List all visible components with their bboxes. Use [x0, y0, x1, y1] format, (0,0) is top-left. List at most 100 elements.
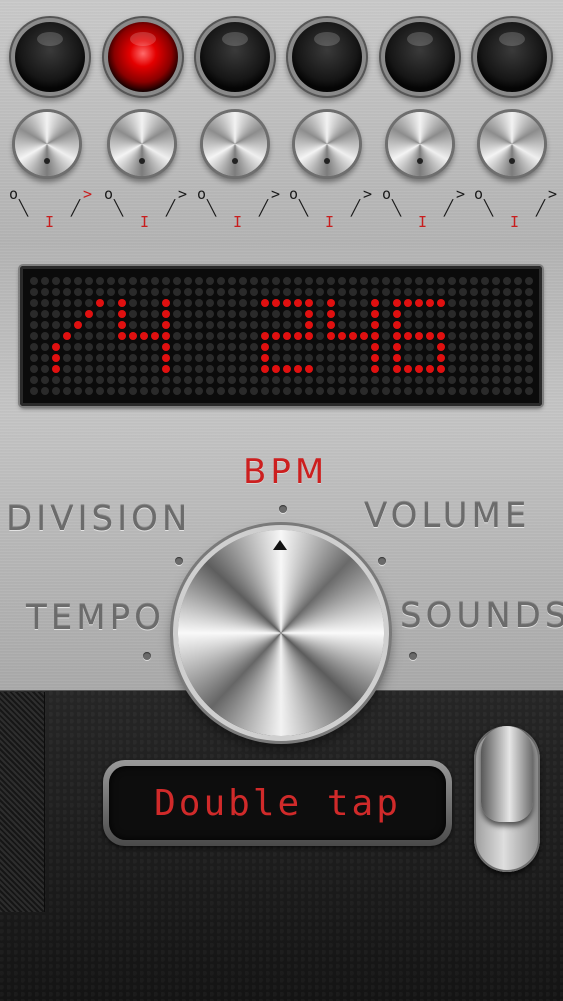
scale-max-mark: >: [548, 185, 558, 203]
display-pixel-lit: [261, 299, 269, 307]
display-pixel: [481, 343, 489, 351]
display-pixel-lit: [305, 321, 313, 329]
mode-selector-knob[interactable]: [178, 530, 384, 736]
sound-knob[interactable]: [110, 112, 174, 176]
scale-max-mark: >: [363, 185, 373, 203]
display-pixel: [250, 332, 258, 340]
display-pixel-lit: [129, 332, 137, 340]
sound-knob[interactable]: [295, 112, 359, 176]
display-pixel-lit: [393, 354, 401, 362]
display-pixel: [217, 343, 225, 351]
display-pixel: [118, 387, 126, 395]
display-pixel: [184, 365, 192, 373]
display-pixel-lit: [52, 354, 60, 362]
display-pixel: [448, 365, 456, 373]
display-pixel: [239, 277, 247, 285]
display-pixel: [107, 354, 115, 362]
scale-max-mark: >: [83, 185, 93, 203]
display-pixel: [228, 365, 236, 373]
display-pixel: [404, 277, 412, 285]
display-pixel: [426, 288, 434, 296]
display-pixel: [481, 376, 489, 384]
display-pixel: [52, 277, 60, 285]
display-pixel: [217, 387, 225, 395]
display-pixel: [327, 376, 335, 384]
display-pixel: [85, 387, 93, 395]
sound-knob[interactable]: [388, 112, 452, 176]
display-pixel-lit: [52, 343, 60, 351]
display-pixel: [217, 321, 225, 329]
display-pixel-lit: [437, 354, 445, 362]
display-pixel-lit: [162, 354, 170, 362]
display-pixel-lit: [162, 332, 170, 340]
display-pixel: [239, 321, 247, 329]
display-pixel: [459, 288, 467, 296]
display-pixel: [162, 288, 170, 296]
display-pixel: [316, 310, 324, 318]
display-pixel: [52, 310, 60, 318]
tempo-label[interactable]: TEMPO: [26, 598, 165, 638]
display-pixel-lit: [305, 332, 313, 340]
scale-tick-left: ╲: [19, 199, 29, 217]
sounds-label[interactable]: SOUNDS: [400, 596, 563, 636]
display-pixel: [41, 376, 49, 384]
display-pixel: [173, 299, 181, 307]
sound-knob[interactable]: [480, 112, 544, 176]
display-pixel: [349, 299, 357, 307]
knob-scale: o ╲ I ╱ >: [98, 183, 190, 233]
display-pixel: [30, 310, 38, 318]
scale-mid-mark: I: [140, 213, 150, 231]
display-pixel: [118, 354, 126, 362]
display-pixel: [195, 365, 203, 373]
display-pixel: [283, 277, 291, 285]
display-pixel: [195, 277, 203, 285]
scale-min-mark: o: [104, 185, 114, 203]
display-pixel: [437, 376, 445, 384]
display-pixel: [140, 387, 148, 395]
display-pixel: [448, 354, 456, 362]
display-pixel: [437, 277, 445, 285]
display-pixel: [294, 343, 302, 351]
display-pixel: [217, 332, 225, 340]
display-pixel: [382, 343, 390, 351]
display-pixel: [415, 277, 423, 285]
display-pixel: [481, 310, 489, 318]
display-pixel-lit: [327, 321, 335, 329]
display-pixel-lit: [283, 299, 291, 307]
display-pixel: [415, 343, 423, 351]
display-pixel: [305, 387, 313, 395]
display-pixel: [382, 354, 390, 362]
display-pixel: [261, 321, 269, 329]
display-pixel: [195, 310, 203, 318]
display-pixel: [272, 376, 280, 384]
toggle-lever[interactable]: [481, 726, 533, 822]
display-pixel: [382, 365, 390, 373]
display-pixel: [503, 332, 511, 340]
display-pixel: [140, 354, 148, 362]
display-pixel: [250, 277, 258, 285]
display-pixel: [118, 277, 126, 285]
display-pixel: [107, 365, 115, 373]
display-pixel: [349, 365, 357, 373]
display-pixel: [239, 387, 247, 395]
sound-knob[interactable]: [15, 112, 79, 176]
volume-label[interactable]: VOLUME: [364, 496, 530, 536]
tap-tempo-button[interactable]: Double tap: [103, 760, 452, 846]
scale-min-mark: o: [382, 185, 392, 203]
volume-position-dot: [378, 557, 386, 565]
display-pixel: [41, 299, 49, 307]
sound-knob[interactable]: [203, 112, 267, 176]
display-pixel-lit: [283, 365, 291, 373]
bpm-label[interactable]: BPM: [243, 452, 328, 492]
display-pixel: [30, 277, 38, 285]
display-pixel: [272, 310, 280, 318]
display-pixel: [129, 288, 137, 296]
display-pixel-lit: [437, 343, 445, 351]
display-pixel: [525, 376, 533, 384]
display-pixel: [173, 365, 181, 373]
display-pixel: [327, 277, 335, 285]
scale-max-mark: >: [178, 185, 188, 203]
division-label[interactable]: DIVISION: [6, 499, 191, 539]
display-pixel-lit: [393, 299, 401, 307]
display-pixel: [173, 277, 181, 285]
